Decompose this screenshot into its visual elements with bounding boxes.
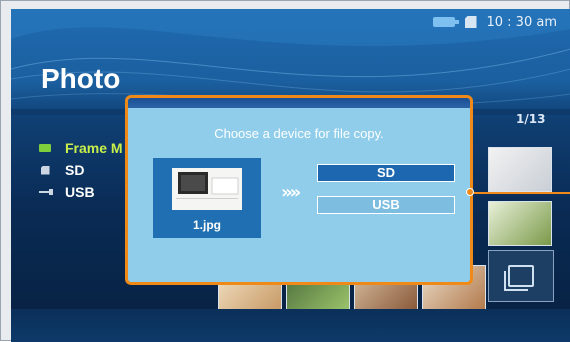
device-option-sd[interactable]: SD xyxy=(317,164,455,182)
sidebar-item-label: SD xyxy=(65,162,85,178)
bottom-band xyxy=(11,309,570,342)
page-counter: 1/13 xyxy=(516,112,546,126)
dialog-message: Choose a device for file copy. xyxy=(214,126,384,141)
usb-connected-icon xyxy=(432,17,459,27)
thumbnail[interactable] xyxy=(488,147,552,192)
usb-icon xyxy=(39,189,53,195)
status-bar: 10 : 30 am xyxy=(397,9,570,35)
callout-line xyxy=(473,192,570,194)
device-option-usb[interactable]: USB xyxy=(317,196,455,214)
gallery-icon xyxy=(504,265,534,291)
thumbnail[interactable] xyxy=(488,201,552,246)
device-frame: 10 : 30 am Photo Frame M SD USB 1/13 Cho… xyxy=(0,0,570,342)
sidebar-item-label: Frame M xyxy=(65,140,123,156)
clock-time: 10 : 30 am xyxy=(486,14,558,30)
frame-memory-icon xyxy=(39,144,51,152)
source-file: 1.jpg xyxy=(153,158,261,238)
file-name: 1.jpg xyxy=(192,218,221,232)
page-title: Photo xyxy=(41,63,121,94)
file-thumbnail xyxy=(172,168,242,210)
copy-direction-arrows: »» xyxy=(281,182,301,203)
memory-card-icon xyxy=(464,16,477,28)
callout-marker xyxy=(466,188,474,196)
sd-card-icon xyxy=(40,165,50,175)
copy-device-dialog: Choose a device for file copy. 1.jpg »» … xyxy=(125,95,473,285)
sidebar-item-label: USB xyxy=(65,184,95,200)
gallery-view-button[interactable] xyxy=(488,250,554,302)
dialog-header xyxy=(128,98,470,108)
